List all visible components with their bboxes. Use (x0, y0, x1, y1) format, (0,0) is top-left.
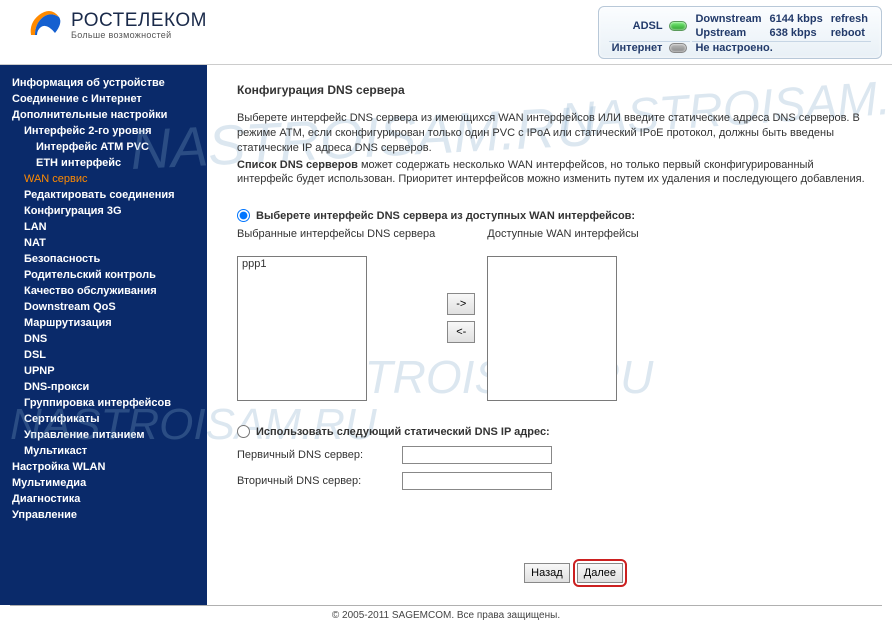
reboot-link[interactable]: reboot (831, 27, 865, 39)
internet-value: Не настроено. (695, 42, 772, 54)
next-button-highlight: Далее (573, 559, 627, 587)
move-right-button[interactable]: -> (447, 293, 475, 315)
sidebar-item[interactable]: Управление (0, 507, 207, 523)
sidebar-item[interactable]: Качество обслуживания (0, 283, 207, 299)
sidebar-item[interactable]: Дополнительные настройки (0, 107, 207, 123)
internet-led-icon (669, 43, 687, 53)
adsl-led-icon (669, 21, 687, 31)
status-panel: ADSL Downstream 6144 kbps refresh Upstre… (598, 6, 882, 59)
static-dns-label: Использовать следующий статический DNS I… (256, 426, 550, 438)
secondary-dns-input[interactable] (402, 472, 552, 490)
brand-subtitle: Больше возможностей (71, 30, 207, 40)
sidebar-item[interactable]: Диагностика (0, 491, 207, 507)
selected-interfaces-list[interactable]: ppp1 (237, 256, 367, 401)
sidebar-item[interactable]: Downstream QoS (0, 299, 207, 315)
sidebar-item[interactable]: Родительский контроль (0, 267, 207, 283)
brand-logo: РОСТЕЛЕКОМ Больше возможностей (25, 5, 207, 45)
sidebar-item[interactable]: Маршрутизация (0, 315, 207, 331)
sidebar-item[interactable]: Соединение с Интернет (0, 91, 207, 107)
sidebar-item[interactable]: DNS (0, 331, 207, 347)
sidebar-item[interactable]: Управление питанием (0, 427, 207, 443)
primary-dns-label: Первичный DNS сервер: (237, 449, 402, 461)
sidebar-item[interactable]: ETH интерфейс (0, 155, 207, 171)
downstream-label: Downstream (695, 13, 761, 25)
next-button[interactable]: Далее (577, 563, 623, 583)
sidebar-item[interactable]: LAN (0, 219, 207, 235)
primary-dns-input[interactable] (402, 446, 552, 464)
sidebar-item[interactable]: Интерфейс ATM PVC (0, 139, 207, 155)
sidebar-item[interactable]: Интерфейс 2-го уровня (0, 123, 207, 139)
sidebar-item[interactable]: UPNP (0, 363, 207, 379)
back-button[interactable]: Назад (524, 563, 570, 583)
sidebar-item[interactable]: Редактировать соединения (0, 187, 207, 203)
page-title: Конфигурация DNS сервера (237, 83, 872, 97)
sidebar-item[interactable]: Безопасность (0, 251, 207, 267)
sidebar-item[interactable]: DNS-прокси (0, 379, 207, 395)
static-dns-radio[interactable] (237, 425, 250, 438)
dns-from-wan-label: Выберете интерфейс DNS сервера из доступ… (256, 210, 635, 222)
brand-logo-icon (25, 5, 65, 45)
sidebar-item[interactable]: Группировка интерфейсов (0, 395, 207, 411)
footer-copyright: © 2005-2011 SAGEMCOM. Все права защищены… (10, 605, 882, 621)
list-item[interactable]: ppp1 (238, 257, 366, 271)
internet-label: Интернет (612, 42, 663, 54)
sidebar-item[interactable]: Мультимедиа (0, 475, 207, 491)
intro-paragraph-2: Список DNS серверов может содержать неск… (237, 158, 872, 188)
downstream-value: 6144 kbps (770, 13, 823, 25)
upstream-value: 638 kbps (770, 27, 817, 39)
adsl-label: ADSL (633, 20, 663, 32)
dns-from-wan-radio[interactable] (237, 209, 250, 222)
sidebar-item[interactable]: Сертификаты (0, 411, 207, 427)
sidebar-item[interactable]: NAT (0, 235, 207, 251)
sidebar: Информация об устройствеСоединение с Инт… (0, 65, 207, 605)
secondary-dns-label: Вторичный DNS сервер: (237, 475, 402, 487)
sidebar-item[interactable]: Конфигурация 3G (0, 203, 207, 219)
sidebar-item[interactable]: Настройка WLAN (0, 459, 207, 475)
sidebar-item[interactable]: DSL (0, 347, 207, 363)
available-list-header: Доступные WAN интерфейсы (487, 228, 638, 256)
refresh-link[interactable]: refresh (831, 13, 868, 25)
header: РОСТЕЛЕКОМ Больше возможностей ADSL Down… (0, 0, 892, 65)
content-area: Конфигурация DNS сервера Выберете интерф… (207, 65, 892, 605)
intro-paragraph-1: Выберете интерфейс DNS сервера из имеющи… (237, 111, 872, 156)
sidebar-item[interactable]: Информация об устройстве (0, 75, 207, 91)
brand-title: РОСТЕЛЕКОМ (71, 10, 207, 32)
move-left-button[interactable]: <- (447, 321, 475, 343)
sidebar-item[interactable]: Мультикаст (0, 443, 207, 459)
selected-list-header: Выбранные интерфейсы DNS сервера (237, 228, 435, 256)
upstream-label: Upstream (695, 27, 746, 39)
available-interfaces-list[interactable] (487, 256, 617, 401)
sidebar-item[interactable]: WAN сервис (0, 171, 207, 187)
